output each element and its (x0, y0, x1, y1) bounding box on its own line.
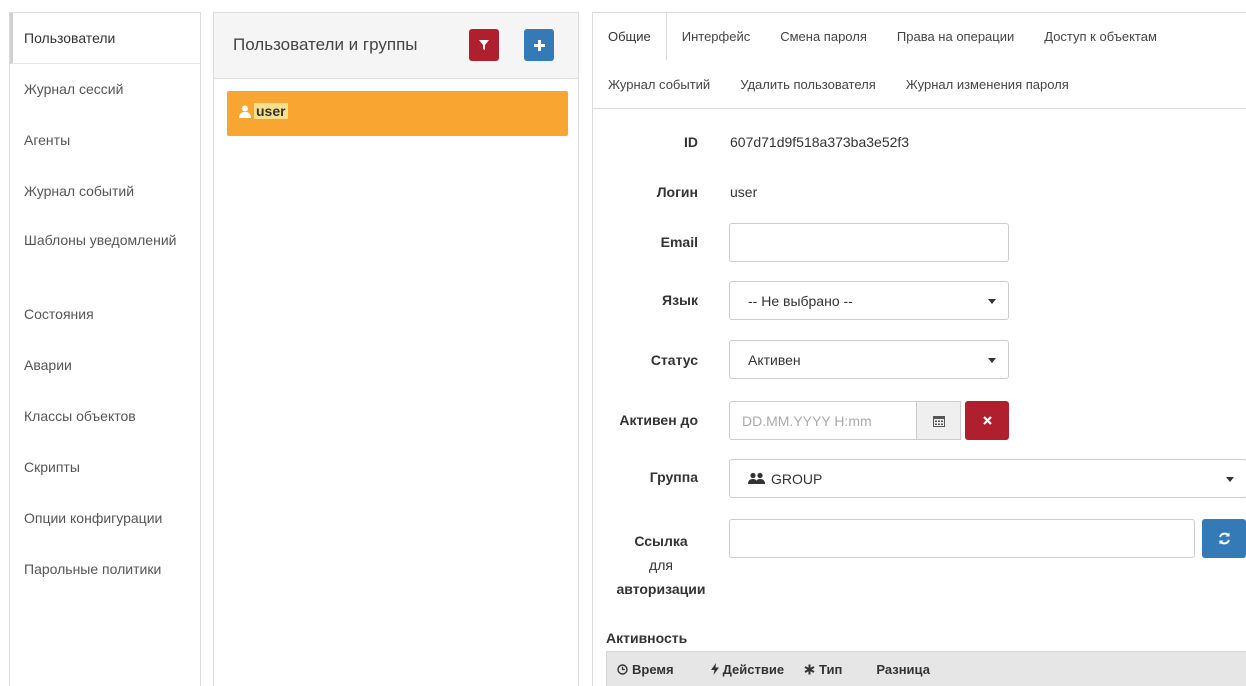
calendar-icon (932, 415, 945, 427)
tab-interface[interactable]: Интерфейс (667, 13, 765, 60)
chevron-down-icon (1226, 477, 1234, 482)
column-type[interactable]: Тип (784, 662, 842, 677)
language-select-value: -- Не выбрано -- (748, 292, 853, 309)
login-value: user (730, 184, 758, 200)
tree-item-user[interactable]: user (227, 91, 568, 136)
filter-icon (479, 40, 489, 50)
tab-event-log[interactable]: Журнал событий (593, 61, 725, 108)
column-action-label: Действие (722, 661, 785, 677)
language-select[interactable]: -- Не выбрано -- (729, 281, 1009, 320)
refresh-link-button[interactable] (1202, 519, 1246, 558)
column-time-label: Время (632, 661, 674, 677)
status-label: Статус (650, 352, 698, 368)
auth-link-label: Ссылка для авторизации (606, 529, 716, 601)
user-icon (239, 105, 251, 118)
auth-link-label-line-2: для (649, 557, 673, 573)
users-group-icon (748, 472, 765, 484)
calendar-button[interactable] (917, 401, 961, 440)
tabs-row-1: Общие Интерфейс Смена пароля Права на оп… (593, 13, 1246, 61)
sidebar-item-users[interactable]: Пользователи (10, 13, 200, 64)
active-until-input[interactable]: DD.MM.YYYY H:mm (729, 401, 917, 440)
asterisk-icon (804, 664, 815, 674)
sidebar-item-states[interactable]: Состояния (10, 289, 200, 340)
users-panel-header: Пользователи и группы (214, 13, 578, 79)
active-until-label: Активен до (619, 412, 698, 428)
sidebar-item-agents[interactable]: Агенты (10, 115, 200, 166)
tab-general[interactable]: Общие (593, 13, 667, 60)
auth-link-label-line-1: Ссылка (634, 533, 688, 549)
column-action[interactable]: Действие (674, 662, 784, 677)
clear-date-button[interactable] (965, 401, 1009, 440)
id-label: ID (684, 134, 698, 150)
clock-icon (617, 663, 628, 675)
admin-sidebar: Пользователи Журнал сессий Агенты Журнал… (9, 12, 201, 686)
tab-password-change-log[interactable]: Журнал изменения пароля (891, 61, 1084, 108)
refresh-icon (1218, 532, 1230, 545)
login-label: Логин (656, 184, 698, 200)
sidebar-item-scripts[interactable]: Скрипты (10, 442, 200, 493)
sidebar-item-notification-templates[interactable]: Шаблоны уведомлений (10, 217, 200, 289)
column-difference[interactable]: Разница (842, 662, 930, 677)
tab-operation-rights[interactable]: Права на операции (882, 13, 1029, 60)
activity-table-header: Время Действие Тип Разница (606, 651, 1246, 686)
auth-link-label-line-3: авторизации (616, 581, 706, 597)
group-select[interactable]: GROUP (729, 459, 1246, 498)
tab-change-password[interactable]: Смена пароля (765, 13, 882, 60)
chevron-down-icon (988, 299, 996, 304)
add-button[interactable] (524, 29, 554, 61)
column-time[interactable]: Время (607, 662, 674, 677)
users-panel-title: Пользователи и группы (233, 35, 418, 54)
email-input[interactable] (729, 223, 1009, 262)
language-label: Язык (662, 292, 698, 308)
status-select[interactable]: Активен (729, 340, 1009, 379)
sidebar-item-password-policies[interactable]: Парольные политики (10, 544, 200, 595)
tree-item-label: user (254, 103, 288, 119)
plus-icon (533, 39, 545, 51)
active-until-placeholder: DD.MM.YYYY H:mm (742, 412, 872, 429)
sidebar-item-event-log[interactable]: Журнал событий (10, 166, 200, 217)
filter-button[interactable] (469, 29, 499, 61)
id-value: 607d71d9f518a373ba3e52f3 (730, 134, 910, 150)
users-groups-panel: Пользователи и группы user (213, 12, 579, 686)
user-details-panel: Общие Интерфейс Смена пароля Права на оп… (592, 12, 1246, 686)
sidebar-item-object-classes[interactable]: Классы объектов (10, 391, 200, 442)
tab-delete-user[interactable]: Удалить пользователя (725, 61, 891, 108)
group-label: Группа (649, 469, 698, 485)
status-select-value: Активен (748, 351, 801, 368)
group-select-value: GROUP (771, 470, 823, 487)
close-icon (982, 416, 992, 425)
sidebar-item-session-log[interactable]: Журнал сессий (10, 64, 200, 115)
activity-title: Активность (606, 630, 688, 646)
tabs-row-2: Журнал событий Удалить пользователя Журн… (593, 61, 1246, 109)
bolt-icon (710, 663, 719, 675)
sidebar-item-alarms[interactable]: Аварии (10, 340, 200, 391)
chevron-down-icon (988, 358, 996, 363)
sidebar-item-config-options[interactable]: Опции конфигурации (10, 493, 200, 544)
auth-link-input[interactable] (729, 519, 1195, 558)
email-label: Email (660, 234, 698, 250)
column-type-label: Тип (819, 661, 843, 677)
tab-object-access[interactable]: Доступ к объектам (1029, 13, 1172, 60)
column-difference-label: Разница (876, 661, 930, 677)
